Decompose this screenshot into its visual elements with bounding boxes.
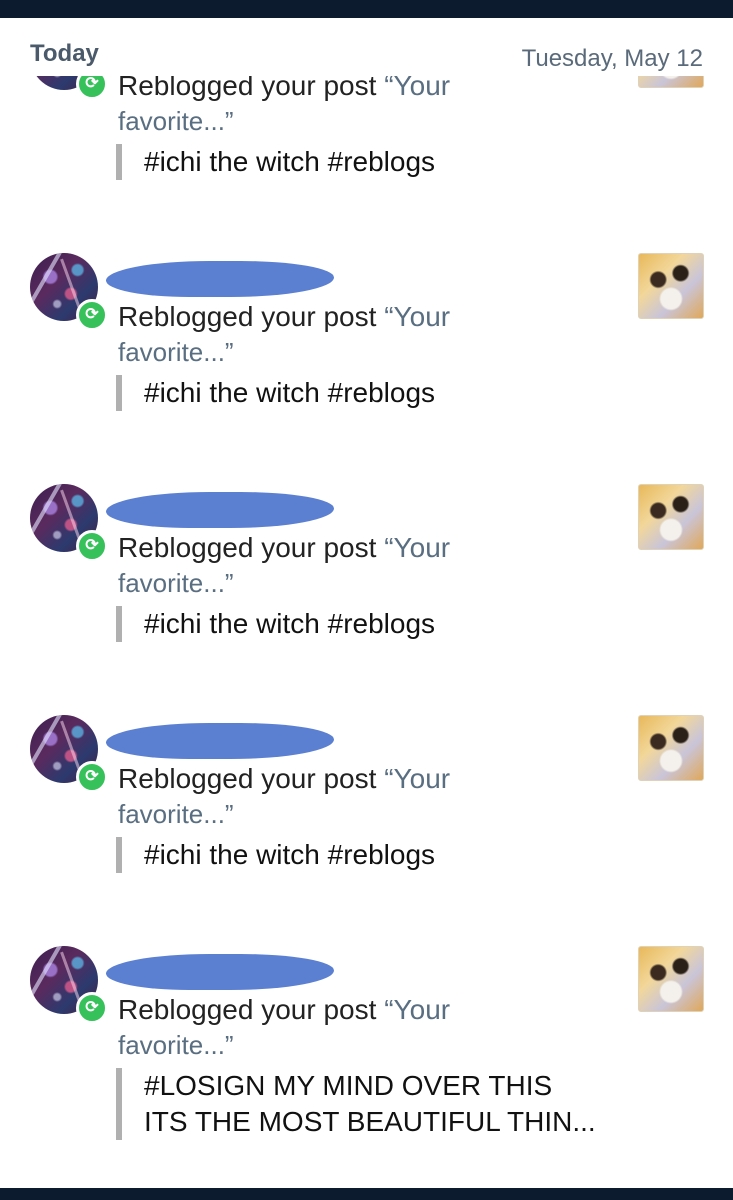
redacted-username [106, 954, 334, 990]
post-title-continued[interactable]: favorite...” [118, 799, 234, 830]
reblog-icon: ⟳ [76, 761, 108, 793]
tags-line: ITS THE MOST BEAUTIFUL THIN... [144, 1106, 596, 1137]
reblog-icon: ⟳ [76, 992, 108, 1024]
tags-quote: #ichi the witch #reblogs [116, 837, 435, 873]
post-title-link[interactable]: “Your [384, 532, 450, 563]
tags-quote: #LOSIGN MY MIND OVER THIS ITS THE MOST B… [116, 1068, 596, 1140]
redacted-username [106, 261, 334, 297]
activity-item[interactable]: ⟳ Reblogged your post “Your favorite...”… [0, 946, 733, 1176]
post-title-link[interactable]: “Your [384, 763, 450, 794]
post-thumbnail[interactable] [638, 946, 704, 1012]
post-title-link[interactable]: “Your [384, 301, 450, 332]
bottom-system-bar [0, 1188, 733, 1200]
redacted-username [106, 723, 334, 759]
activity-text: Reblogged your post “Your [118, 532, 450, 564]
redacted-username [106, 492, 334, 528]
date-label: Tuesday, May 12 [521, 45, 703, 72]
activity-item[interactable]: ⟳ Reblogged your post “Your favorite...”… [0, 715, 733, 915]
post-title-continued[interactable]: favorite...” [118, 1030, 234, 1061]
post-title-link[interactable]: “Your [384, 994, 450, 1025]
date-header: Today Tuesday, May 12 [0, 18, 733, 76]
post-title-continued[interactable]: favorite...” [118, 568, 234, 599]
activity-text: Reblogged your post “Your [118, 994, 450, 1026]
reblog-icon: ⟳ [76, 299, 108, 331]
post-title-continued[interactable]: favorite...” [118, 337, 234, 368]
action-label: Reblogged your post [118, 994, 377, 1025]
tags-line: #LOSIGN MY MIND OVER THIS [144, 1070, 553, 1101]
tags-quote: #ichi the witch #reblogs [116, 144, 435, 180]
post-thumbnail[interactable] [638, 715, 704, 781]
post-title-continued[interactable]: favorite...” [118, 106, 234, 137]
post-thumbnail[interactable] [638, 484, 704, 550]
post-thumbnail[interactable] [638, 253, 704, 319]
activity-feed[interactable]: ⟳ Reblogged your post “Your favorite...”… [0, 0, 733, 1188]
activity-item[interactable]: ⟳ Reblogged your post “Your favorite...”… [0, 484, 733, 684]
activity-text: Reblogged your post “Your [118, 763, 450, 795]
tags-quote: #ichi the witch #reblogs [116, 606, 435, 642]
tags-quote: #ichi the witch #reblogs [116, 375, 435, 411]
action-label: Reblogged your post [118, 763, 377, 794]
action-label: Reblogged your post [118, 532, 377, 563]
activity-text: Reblogged your post “Your [118, 301, 450, 333]
reblog-icon: ⟳ [76, 530, 108, 562]
today-label: Today [30, 40, 99, 67]
action-label: Reblogged your post [118, 301, 377, 332]
activity-item[interactable]: ⟳ Reblogged your post “Your favorite...”… [0, 253, 733, 453]
